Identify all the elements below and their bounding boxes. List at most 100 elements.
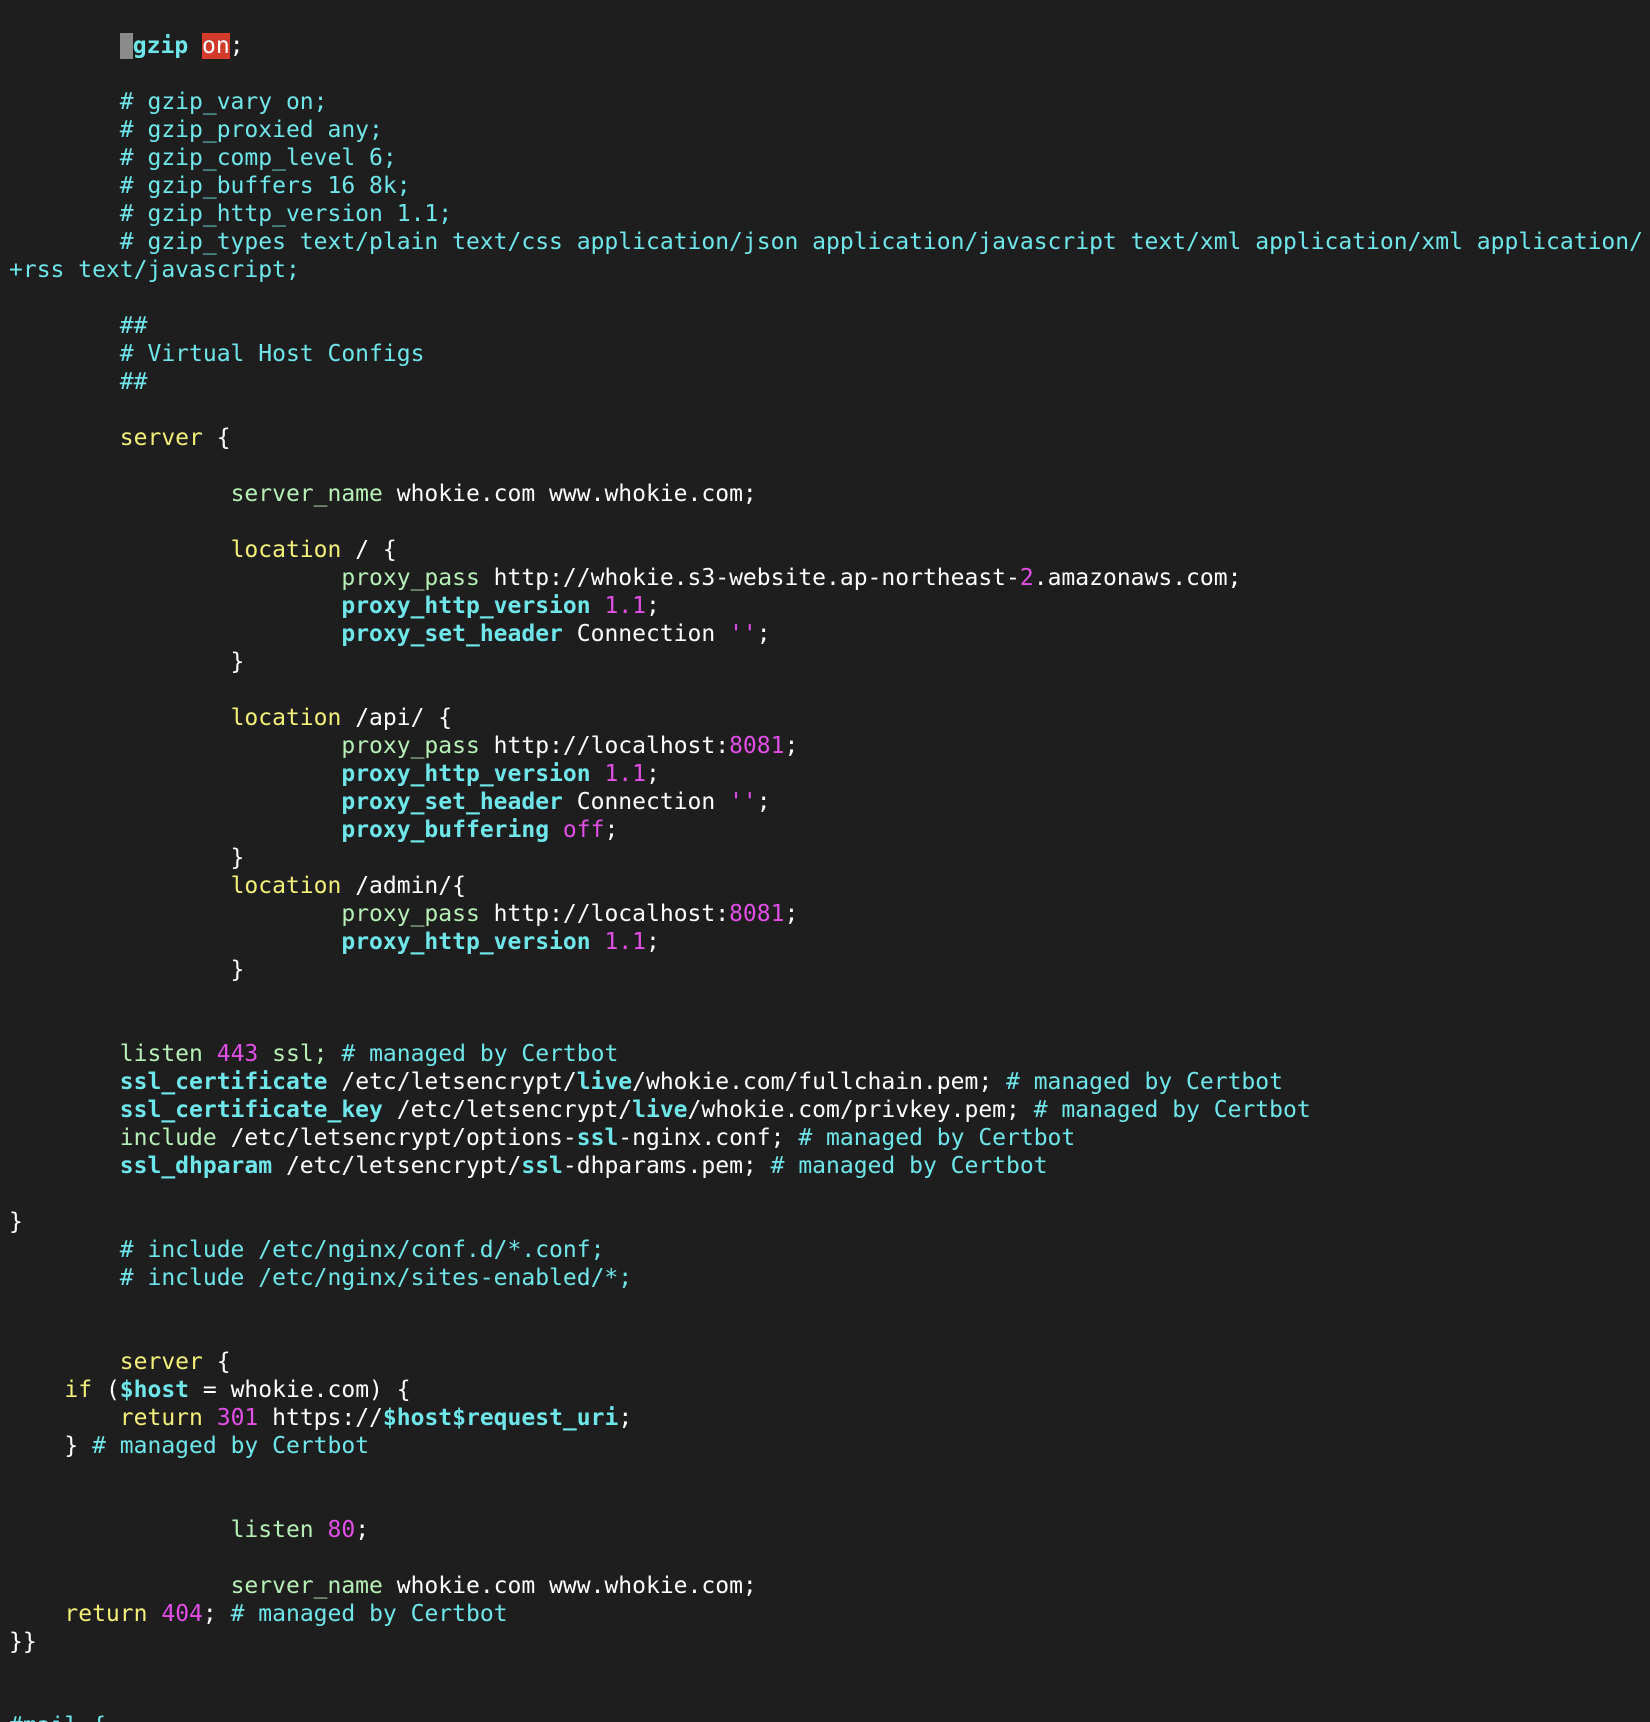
code-token: # managed by Certbot [798,1125,1076,1151]
code-line: include /etc/letsencrypt/options-ssl-ngi… [0,1124,1650,1152]
code-line: # include /etc/nginx/conf.d/*.conf; [0,1236,1650,1264]
code-token: } [9,1433,93,1459]
code-line: }} [0,1628,1650,1656]
code-token: return [119,1405,203,1431]
code-token: proxy_buffering [341,817,550,843]
code-token: proxy_set_header [341,789,563,815]
code-token: ; [756,621,771,647]
code-token: ; [355,1517,370,1543]
code-token: # Virtual Host Configs [9,341,425,367]
code-line: ## [0,368,1650,396]
code-line: proxy_http_version 1.1; [0,760,1650,788]
code-token: gzip [132,33,189,59]
code-token: /whokie.com/fullchain.pem; [632,1069,1007,1095]
code-token: # include /etc/nginx/conf.d/*.conf; [9,1237,605,1263]
code-line: ssl_dhparam /etc/letsencrypt/ssl-dhparam… [0,1152,1650,1180]
code-token: ; [646,593,660,619]
code-token: # managed by Certbot [1006,1069,1283,1095]
code-token: ; [604,817,619,843]
code-token: 2 [1019,565,1034,591]
code-token: proxy_pass [341,901,480,927]
code-token: / { [341,537,397,563]
code-token: server [119,425,203,451]
code-token: location [230,873,342,899]
code-token: # managed by Certbot [92,1433,370,1459]
code-token: ; [646,761,660,787]
code-line: # include /etc/nginx/sites-enabled/*; [0,1264,1650,1292]
code-token: ssl; [258,1041,342,1067]
code-line: proxy_pass http://localhost:8081; [0,732,1650,760]
code-line: gzip on; [0,32,1650,60]
code-token: { [202,1349,231,1375]
code-token: http://whokie.s3-website.ap-northeast- [479,565,1020,591]
code-token: 1.1 [604,761,646,787]
code-token: /api/ { [341,705,453,731]
code-token: } [9,1209,23,1235]
code-line: #mail { [0,1712,1650,1722]
code-token: live [632,1097,688,1123]
code-token: # include /etc/nginx/sites-enabled/*; [9,1265,633,1291]
code-line: # Virtual Host Configs [0,340,1650,368]
code-token: http://localhost: [479,901,730,927]
code-token: ; [646,929,660,955]
code-line: server_name whokie.com www.whokie.com; [0,1572,1650,1600]
code-line: ## [0,312,1650,340]
code-line: # gzip_http_version 1.1; [0,200,1650,228]
code-token: 80 [327,1517,356,1543]
code-token: proxy_http_version [341,929,591,955]
code-line: location /admin/{ [0,872,1650,900]
code-line: } [0,956,1650,984]
code-token: ; [756,789,771,815]
code-token: '' [729,621,757,647]
code-token: # gzip_vary on; [9,89,328,115]
code-token: # managed by Certbot [1033,1097,1311,1123]
code-token: proxy_pass [341,565,480,591]
code-line: # gzip_proxied any; [0,116,1650,144]
code-token: location [230,537,342,563]
code-token: 1.1 [604,593,646,619]
code-token: proxy_http_version [341,593,591,619]
code-token: off [562,817,605,843]
code-line: listen 80; [0,1516,1650,1544]
code-token: # gzip_comp_level 6; [9,145,397,171]
code-token: live [576,1069,633,1095]
code-token: 443 [216,1041,259,1067]
code-token: ## [9,313,148,339]
code-line: } [0,844,1650,872]
code-line: ssl_certificate /etc/letsencrypt/live/wh… [0,1068,1650,1096]
terminal-editor[interactable]: gzip on; # gzip_vary on; # gzip_proxied … [0,0,1650,1722]
code-token: whokie.com www.whokie.com; [382,481,757,507]
code-token: # gzip_types text/plain text/css applica… [9,229,1643,255]
code-token: # gzip_buffers 16 8k; [9,173,411,199]
